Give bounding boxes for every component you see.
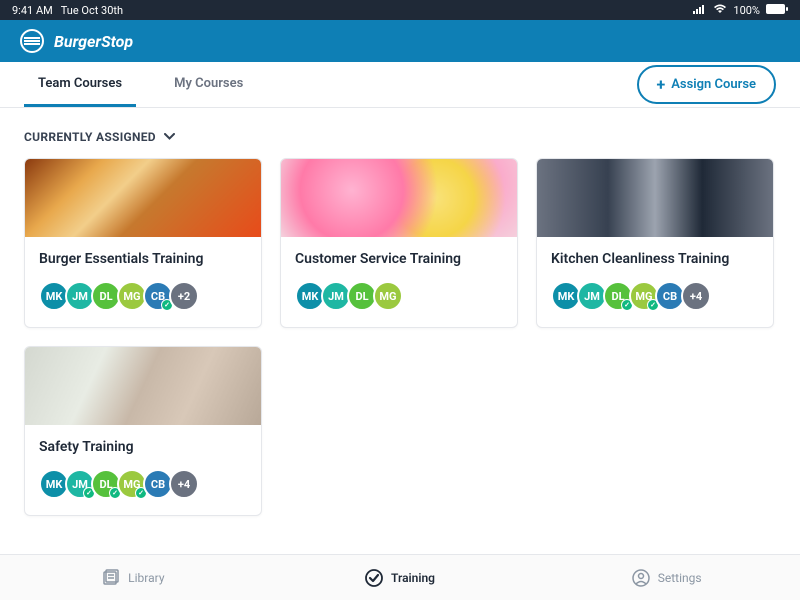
- avatar-overflow[interactable]: +4: [169, 469, 199, 499]
- status-date: Tue Oct 30th: [61, 4, 123, 17]
- signal-icon: [693, 4, 707, 17]
- course-image: [537, 159, 773, 237]
- course-card[interactable]: Kitchen Cleanliness Training MKJMDL✓MG✓CB…: [536, 158, 774, 328]
- bottom-nav: Library Training Settings: [0, 554, 800, 600]
- tab-team-courses[interactable]: Team Courses: [24, 62, 136, 107]
- nav-training[interactable]: Training: [267, 555, 534, 600]
- plus-icon: +: [657, 75, 666, 94]
- course-grid: Burger Essentials Training MKJMDLMGCB✓+2 C…: [24, 158, 776, 516]
- training-icon: [365, 569, 383, 587]
- battery-percent: 100%: [733, 4, 760, 17]
- avatar-row: MKJM✓DL✓MG✓CB+4: [39, 469, 247, 499]
- app-title: BurgerStop: [54, 32, 133, 51]
- course-card[interactable]: Burger Essentials Training MKJMDLMGCB✓+2: [24, 158, 262, 328]
- settings-icon: [632, 569, 650, 587]
- course-title: Kitchen Cleanliness Training: [551, 251, 759, 267]
- logo-icon: [20, 29, 44, 53]
- status-bar: 9:41 AM Tue Oct 30th 100%: [0, 0, 800, 20]
- nav-training-label: Training: [391, 571, 435, 585]
- course-card[interactable]: Customer Service Training MKJMDLMG: [280, 158, 518, 328]
- avatar-overflow[interactable]: +4: [681, 281, 711, 311]
- nav-settings[interactable]: Settings: [533, 555, 800, 600]
- nav-settings-label: Settings: [658, 571, 702, 585]
- course-image: [25, 159, 261, 237]
- course-title: Customer Service Training: [295, 251, 503, 267]
- avatar-row: MKJMDLMG: [295, 281, 503, 311]
- app-header: BurgerStop: [0, 20, 800, 62]
- chevron-down-icon: [164, 132, 175, 143]
- wifi-icon: [713, 4, 727, 17]
- avatar-row: MKJMDL✓MG✓CB+4: [551, 281, 759, 311]
- course-title: Safety Training: [39, 439, 247, 455]
- assign-course-label: Assign Course: [671, 77, 756, 92]
- course-title: Burger Essentials Training: [39, 251, 247, 267]
- library-icon: [102, 569, 120, 587]
- section-label: CURRENTLY ASSIGNED: [24, 130, 156, 144]
- course-image: [25, 347, 261, 425]
- course-image: [281, 159, 517, 237]
- section-currently-assigned[interactable]: CURRENTLY ASSIGNED: [24, 130, 776, 144]
- avatar-overflow[interactable]: +2: [169, 281, 199, 311]
- course-card[interactable]: Safety Training MKJM✓DL✓MG✓CB+4: [24, 346, 262, 516]
- avatar-row: MKJMDLMGCB✓+2: [39, 281, 247, 311]
- avatar[interactable]: MG: [373, 281, 403, 311]
- battery-icon: [766, 4, 788, 17]
- content-area: CURRENTLY ASSIGNED Burger Essentials Tra…: [0, 108, 800, 554]
- nav-library-label: Library: [128, 571, 164, 585]
- status-time: 9:41 AM: [12, 4, 53, 17]
- nav-library[interactable]: Library: [0, 555, 267, 600]
- tab-my-courses[interactable]: My Courses: [160, 62, 257, 107]
- assign-course-button[interactable]: + Assign Course: [637, 65, 777, 104]
- tab-row: Team Courses My Courses + Assign Course: [0, 62, 800, 108]
